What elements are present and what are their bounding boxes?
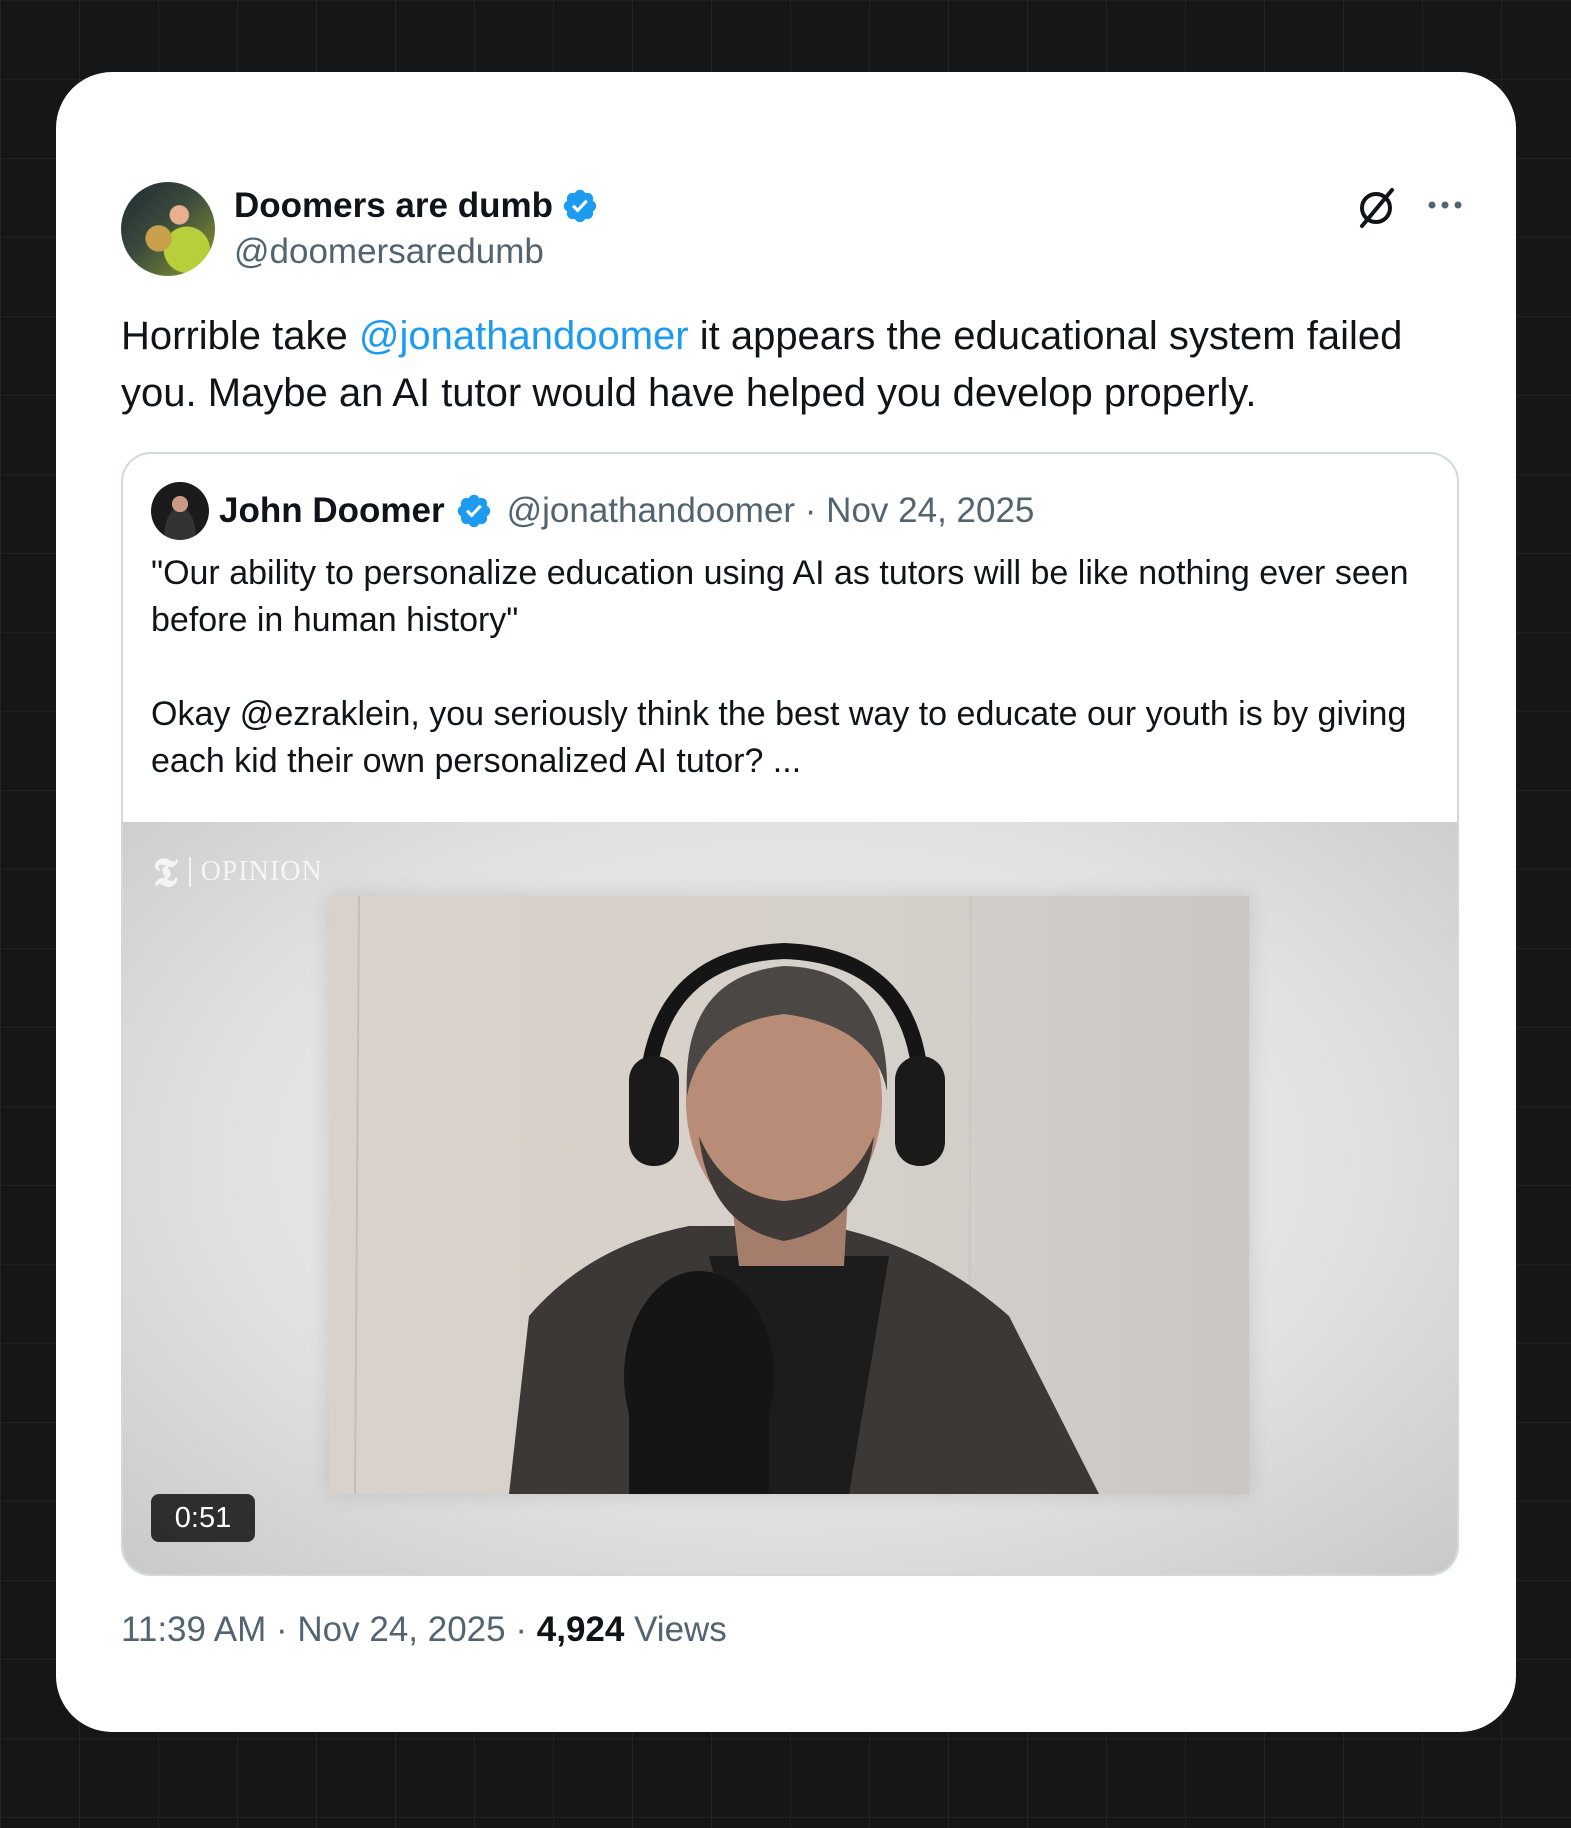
- quoted-author-avatar[interactable]: [151, 482, 209, 540]
- watermark-label: OPINION: [200, 856, 323, 887]
- quoted-author-name[interactable]: John Doomer: [219, 491, 445, 531]
- tweet-date[interactable]: Nov 24, 2025: [297, 1610, 505, 1649]
- more-options-icon[interactable]: [1420, 190, 1470, 220]
- video-duration-badge: 0:51: [151, 1494, 255, 1542]
- verified-badge-icon: [457, 494, 490, 528]
- video-still-image: [354, 896, 1099, 1494]
- quoted-handle-date[interactable]: @jonathandoomer · Nov 24, 2025: [507, 491, 1035, 531]
- tweet-card: Doomers are dumb @doomersaredumb Horribl…: [56, 72, 1516, 1732]
- footer-separator: ·: [515, 1610, 528, 1649]
- video-frame: [329, 896, 1249, 1494]
- quoted-tweet-header: John Doomer @jonathandoomer · Nov 24, 20…: [219, 486, 1034, 536]
- tweet-footer: 11:39 AM · Nov 24, 2025 · 4,924 Views: [121, 1610, 727, 1650]
- footer-separator: ·: [276, 1610, 288, 1649]
- quoted-tweet[interactable]: John Doomer @jonathandoomer · Nov 24, 20…: [121, 452, 1459, 1576]
- watermark-divider: [188, 857, 191, 887]
- views-count: 4,924: [536, 1610, 625, 1649]
- tweet-text-start: Horrible take: [121, 314, 359, 358]
- tweet-time[interactable]: 11:39 AM: [121, 1610, 266, 1649]
- nyt-logo-icon: 𝕿: [153, 849, 179, 895]
- verified-badge-icon: [563, 189, 597, 223]
- video-watermark: 𝕿 OPINION: [153, 850, 323, 895]
- author-name-row: Doomers are dumb: [234, 184, 599, 228]
- quoted-paragraph-2: Okay @ezraklein, you seriously think the…: [151, 695, 1407, 780]
- author-display-name[interactable]: Doomers are dumb: [234, 186, 553, 226]
- author-avatar[interactable]: [121, 182, 215, 276]
- mention-link[interactable]: @jonathandoomer: [359, 314, 689, 358]
- quoted-tweet-text: "Our ability to personalize education us…: [151, 550, 1441, 785]
- video-player[interactable]: 𝕿 OPINION 0:51: [123, 822, 1457, 1574]
- author-handle[interactable]: @doomersaredumb: [234, 232, 544, 272]
- quoted-paragraph-1: "Our ability to personalize education us…: [151, 554, 1409, 639]
- grok-icon[interactable]: [1352, 182, 1402, 232]
- tweet-body: Horrible take @jonathandoomer it appears…: [121, 308, 1471, 422]
- views-label: Views: [634, 1610, 727, 1649]
